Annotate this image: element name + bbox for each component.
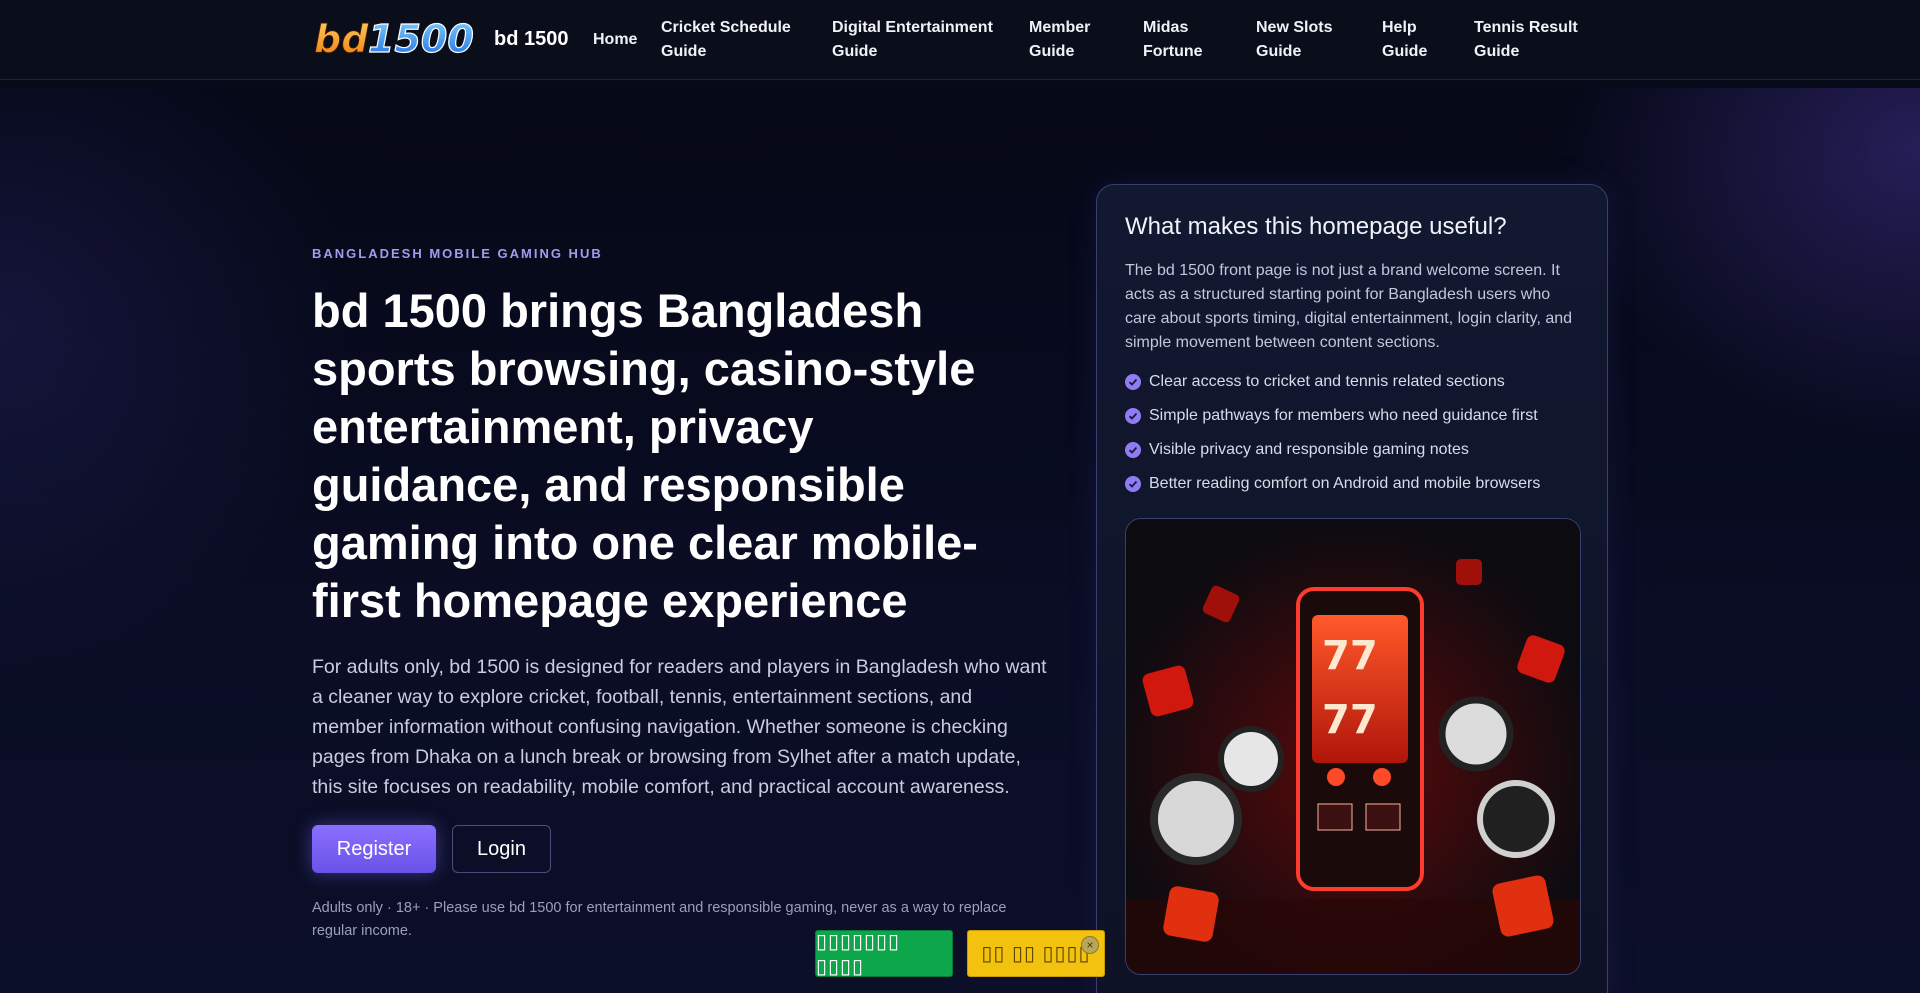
nav-label-line2: Guide: [832, 43, 878, 60]
nav-label-line2: Guide: [661, 43, 707, 60]
nav-help-guide[interactable]: Help Guide: [1382, 16, 1427, 64]
feature-item: Better reading comfort on Android and mo…: [1125, 472, 1585, 496]
nav-tennis-result-guide[interactable]: Tennis Result Guide: [1474, 16, 1578, 64]
feature-text: Clear access to cricket and tennis relat…: [1149, 373, 1505, 390]
nav-new-slots-guide[interactable]: New Slots Guide: [1256, 16, 1332, 64]
check-circle-icon: [1125, 374, 1141, 390]
card-description: The bd 1500 front page is not just a bra…: [1125, 262, 1573, 351]
nav-label-line1: Cricket Schedule: [661, 19, 791, 36]
hero-eyebrow: BANGLADESH MOBILE GAMING HUB: [312, 246, 603, 261]
hero-headline: bd 1500 brings Bangladesh sports browsin…: [312, 284, 978, 627]
nav-label-line2: Guide: [1029, 43, 1075, 60]
feature-item: Simple pathways for members who need gui…: [1125, 404, 1585, 428]
nav-midas-fortune[interactable]: Midas Fortune: [1143, 16, 1203, 64]
svg-text:77: 77: [1322, 633, 1378, 679]
homepage-features-card: What makes this homepage useful? The bd …: [1096, 184, 1608, 993]
hero-lead-paragraph: For adults only, bd 1500 is designed for…: [312, 656, 1047, 798]
nav-label-line2: Guide: [1474, 43, 1520, 60]
svg-text:77: 77: [1322, 697, 1378, 743]
feature-item: Clear access to cricket and tennis relat…: [1125, 370, 1585, 394]
nav-home[interactable]: Home: [593, 28, 637, 52]
feature-text: Better reading comfort on Android and mo…: [1149, 475, 1541, 492]
nav-label-line1: Midas: [1143, 19, 1189, 36]
slot-machine-casino-image: 77 77: [1125, 518, 1581, 975]
check-circle-icon: [1125, 442, 1141, 458]
register-button[interactable]: Register: [312, 825, 436, 873]
check-circle-icon: [1125, 408, 1141, 424]
feature-text: Visible privacy and responsible gaming n…: [1149, 441, 1469, 458]
nav-label-line2: Fortune: [1143, 43, 1203, 60]
brand-name[interactable]: bd 1500: [494, 28, 568, 51]
floating-green-button[interactable]: ▯▯▯▯▯▯▯ ▯▯▯▯: [815, 930, 953, 978]
close-icon[interactable]: ×: [1081, 936, 1099, 954]
nav-label-line2: Guide: [1256, 43, 1302, 60]
nav-member-guide[interactable]: Member Guide: [1029, 16, 1090, 64]
svg-text:bd: bd: [314, 18, 369, 60]
nav-label-line1: New Slots: [1256, 19, 1333, 36]
bd1500-logo[interactable]: bd 1500: [312, 18, 486, 60]
nav-label-line1: Digital Entertainment: [832, 19, 993, 36]
feature-text: Simple pathways for members who need gui…: [1149, 407, 1538, 424]
top-navigation-bar: bd 1500 bd 1500 Home Cricket Schedule Gu…: [0, 0, 1920, 80]
nav-label-line1: Help: [1382, 19, 1417, 36]
login-button[interactable]: Login: [452, 825, 551, 873]
nav-label-line1: Tennis Result: [1474, 19, 1578, 36]
card-title: What makes this homepage useful?: [1125, 213, 1507, 240]
check-circle-icon: [1125, 476, 1141, 492]
feature-item: Visible privacy and responsible gaming n…: [1125, 438, 1585, 462]
nav-cricket-schedule-guide[interactable]: Cricket Schedule Guide: [661, 16, 791, 64]
nav-label-line2: Guide: [1382, 43, 1428, 60]
nav-home-label: Home: [593, 31, 638, 48]
nav-label-line1: Member: [1029, 19, 1091, 36]
svg-text:1500: 1500: [368, 18, 474, 60]
nav-digital-entertainment-guide[interactable]: Digital Entertainment Guide: [832, 16, 993, 64]
